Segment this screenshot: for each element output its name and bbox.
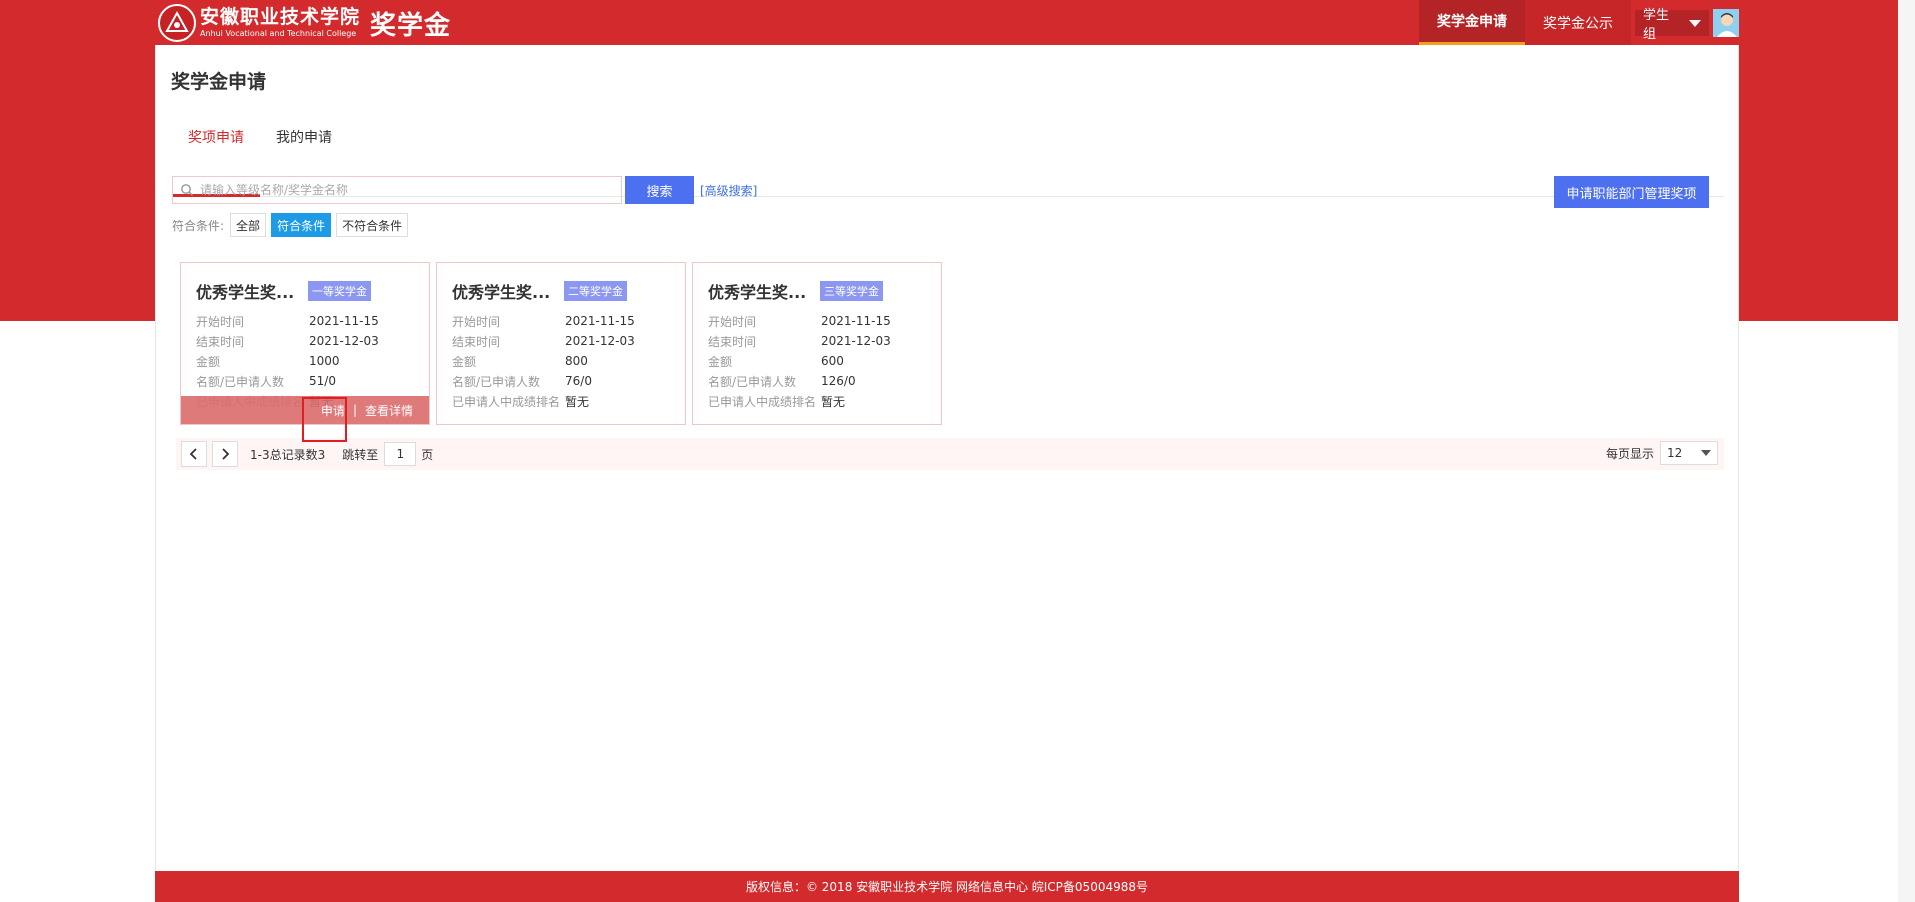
- field-label: 名额/已申请人数: [196, 374, 285, 389]
- field-label: 结束时间: [196, 334, 245, 349]
- field-value: 1000: [309, 354, 340, 368]
- field-value: 600: [821, 354, 844, 368]
- page-number-input[interactable]: [384, 442, 417, 466]
- scholarship-card[interactable]: 优秀学生奖... 三等奖学金 开始时间 2021-11-15 结束时间 2021-1…: [692, 262, 942, 425]
- per-page-value: 12: [1667, 446, 1683, 460]
- filter-label: 符合条件:: [172, 218, 225, 233]
- top-header: 安徽职业技术学院 Anhui Vocational and Technical …: [155, 0, 1739, 45]
- search-input[interactable]: [198, 177, 612, 203]
- nav-scholarship-notice[interactable]: 奖学金公示: [1525, 0, 1631, 45]
- chevron-left-icon: [189, 448, 197, 460]
- field-value: 126/0: [821, 374, 856, 388]
- field-value: 暂无: [821, 394, 846, 409]
- field-value: 暂无: [565, 394, 590, 409]
- field-label: 结束时间: [452, 334, 501, 349]
- scholarship-card[interactable]: 优秀学生奖... 二等奖学金 开始时间 2021-11-15 结束时间 2021-1…: [436, 262, 686, 425]
- avatar[interactable]: [1712, 9, 1739, 37]
- action-separator: |: [352, 403, 357, 417]
- field-label: 结束时间: [708, 334, 757, 349]
- field-label: 金额: [196, 354, 221, 369]
- field-value: 2021-12-03: [309, 334, 379, 348]
- user-menu: 学生组: [1635, 8, 1739, 42]
- college-seal-icon: [158, 4, 196, 42]
- field-label: 开始时间: [452, 314, 501, 329]
- logo-chinese-name: 安徽职业技术学院: [200, 6, 361, 28]
- click-highlight: [302, 397, 347, 442]
- field-value: 76/0: [565, 374, 592, 388]
- nav-scholarship-apply[interactable]: 奖学金申请: [1419, 0, 1525, 45]
- logo-text: 安徽职业技术学院 Anhui Vocational and Technical …: [200, 8, 360, 38]
- field-label: 金额: [708, 354, 733, 369]
- field-value: 51/0: [309, 374, 336, 388]
- main-panel: 奖学金申请 奖项申请 我的申请 搜索 [高级搜索] 申请职能部门管理奖项 符合条…: [155, 45, 1739, 871]
- main-nav: 奖学金申请 奖学金公示: [1419, 0, 1631, 45]
- field-value: 800: [565, 354, 588, 368]
- field-label: 已申请人中成绩排名: [452, 394, 561, 409]
- field-label: 开始时间: [708, 314, 757, 329]
- filter-all[interactable]: 全部: [230, 213, 267, 237]
- field-value: 2021-12-03: [821, 334, 891, 348]
- page-unit: 页: [421, 447, 434, 462]
- apply-department-manage-button[interactable]: 申请职能部门管理奖项: [1554, 176, 1709, 208]
- vertical-scrollbar[interactable]: [1898, 0, 1915, 902]
- card-title: 优秀学生奖...: [196, 283, 295, 302]
- level-badge: 三等奖学金: [820, 281, 883, 301]
- caret-down-icon: [1701, 450, 1711, 456]
- jump-label: 跳转至: [342, 447, 379, 462]
- filter-eligible[interactable]: 符合条件: [271, 213, 332, 237]
- level-badge: 二等奖学金: [564, 281, 627, 301]
- field-label: 开始时间: [196, 314, 245, 329]
- college-logo[interactable]: 安徽职业技术学院 Anhui Vocational and Technical …: [158, 4, 451, 42]
- advanced-search-link[interactable]: [高级搜索]: [700, 182, 757, 199]
- app-title: 奖学金: [370, 10, 452, 41]
- scholarship-card-list: 优秀学生奖... 一等奖学金 开始时间 2021-11-15 结束时间 2021-1…: [180, 262, 948, 425]
- per-page-label: 每页显示: [1605, 446, 1654, 461]
- record-count: 1-3总记录数3: [250, 447, 326, 462]
- next-page-button[interactable]: [212, 441, 238, 467]
- per-page-select[interactable]: 12: [1660, 441, 1718, 465]
- card-title: 优秀学生奖...: [452, 283, 551, 302]
- field-value: 2021-11-15: [309, 314, 379, 328]
- field-label: 名额/已申请人数: [708, 374, 797, 389]
- role-dropdown[interactable]: 学生组: [1635, 8, 1709, 42]
- prev-page-button[interactable]: [181, 441, 207, 467]
- field-label: 名额/已申请人数: [452, 374, 541, 389]
- caret-down-icon: [1688, 19, 1701, 27]
- logo-english-name: Anhui Vocational and Technical College: [200, 29, 357, 38]
- field-value: 2021-11-15: [565, 314, 635, 328]
- page-title: 奖学金申请: [171, 71, 267, 93]
- card-title: 优秀学生奖...: [708, 283, 807, 302]
- filter-ineligible[interactable]: 不符合条件: [336, 213, 409, 237]
- copyright-text: 版权信息：© 2018 安徽职业技术学院 网络信息中心 皖ICP备0500498…: [745, 880, 1149, 894]
- chevron-right-icon: [222, 448, 230, 460]
- field-label: 已申请人中成绩排名: [708, 394, 817, 409]
- role-label: 学生组: [1643, 8, 1670, 42]
- field-value: 2021-12-03: [565, 334, 635, 348]
- view-details-link[interactable]: 查看详情: [365, 402, 413, 419]
- level-badge: 一等奖学金: [308, 281, 371, 301]
- footer: 版权信息：© 2018 安徽职业技术学院 网络信息中心 皖ICP备0500498…: [155, 871, 1739, 902]
- search-icon: [181, 184, 193, 196]
- field-value: 2021-11-15: [821, 314, 891, 328]
- per-page-control: 每页显示 12: [1606, 441, 1718, 465]
- search-button[interactable]: 搜索: [625, 176, 694, 204]
- search-box: [172, 176, 622, 204]
- pagination-bar: 1-3总记录数3 跳转至 页 每页显示 12: [176, 438, 1724, 470]
- eligibility-filter: 符合条件: 全部 符合条件 不符合条件: [172, 213, 413, 237]
- field-label: 金额: [452, 354, 477, 369]
